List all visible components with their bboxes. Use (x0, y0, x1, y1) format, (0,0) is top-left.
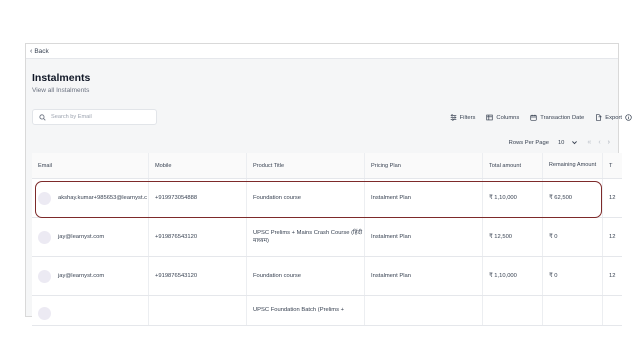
filters-label: Filters (459, 114, 476, 121)
mobile-cell: +919973054888 (149, 179, 247, 217)
truncated-cell: 12 (609, 273, 616, 279)
transaction-date-label: Transaction Date (540, 114, 585, 121)
page-title: Instalments (32, 72, 91, 84)
plan-cell (365, 296, 483, 325)
plan-cell: Instalment Plan (365, 179, 483, 217)
email-cell: akshay.kumar+985653@learnyst.c (32, 179, 149, 217)
column-header-truncated[interactable]: T (603, 153, 622, 178)
first-page-icon[interactable]: « (587, 139, 591, 146)
mobile-cell (149, 296, 247, 325)
mobile-cell: +919876543120 (149, 257, 247, 295)
product-cell: Foundation course (247, 257, 365, 295)
rows-per-page-value: 10 (557, 139, 565, 146)
transaction-date-button[interactable]: Transaction Date (530, 114, 584, 121)
email-cell: jay@learnyst.com (32, 257, 149, 295)
avatar (38, 191, 51, 205)
column-header-email[interactable]: Email (32, 153, 149, 178)
column-header-remaining-amount[interactable]: Remaining Amount (543, 153, 603, 178)
product-cell: Foundation course (247, 179, 365, 217)
email-text: akshay.kumar+985653@learnyst.c (58, 195, 148, 201)
email-cell: jay@learnyst.com (32, 218, 149, 256)
plan-cell: Instalment Plan (365, 218, 483, 256)
table-toolbar: Filters Columns Transaction Date Export (450, 114, 632, 121)
mobile-cell: +919876543120 (149, 218, 247, 256)
chevron-left-icon: ‹ (30, 47, 33, 55)
column-header-product-title[interactable]: Product Title (247, 153, 365, 178)
chevron-down-icon (572, 141, 578, 145)
rows-per-page-select[interactable]: 10 (556, 139, 580, 146)
info-icon[interactable] (625, 114, 632, 121)
total-amount-cell: ₹ 12,500 (483, 218, 543, 256)
table-row[interactable]: jay@learnyst.com +919876543120 Foundatio… (32, 257, 622, 296)
column-header-total-amount[interactable]: Total amount (483, 153, 543, 178)
avatar (38, 307, 51, 320)
truncated-cell (603, 296, 622, 325)
total-amount-cell (483, 296, 543, 325)
back-link[interactable]: ‹ Back (30, 48, 49, 55)
search-icon (39, 113, 46, 121)
avatar (38, 269, 51, 283)
filters-button[interactable]: Filters (450, 114, 476, 121)
remaining-amount-cell: ₹ 0 (543, 218, 603, 256)
filter-icon (450, 114, 456, 121)
product-cell: UPSC Foundation Batch (Prelims + (247, 296, 365, 325)
column-header-mobile[interactable]: Mobile (149, 153, 247, 178)
remaining-amount-cell: ₹ 0 (543, 257, 603, 295)
search-input[interactable] (51, 114, 151, 120)
truncated-cell: 12 (609, 195, 616, 201)
remaining-amount-cell (543, 296, 603, 325)
email-text: jay@learnyst.com (58, 273, 105, 279)
prev-page-icon[interactable]: ‹ (598, 139, 600, 146)
column-header-pricing-plan[interactable]: Pricing Plan (365, 153, 483, 178)
avatar (38, 230, 51, 244)
back-label: Back (34, 47, 49, 55)
remaining-amount-cell: ₹ 62,500 (543, 179, 603, 217)
calendar-icon (530, 114, 537, 121)
table-row[interactable]: jay@learnyst.com +919876543120 UPSC Prel… (32, 218, 622, 257)
rows-per-page-label: Rows Per Page (508, 139, 549, 146)
page-subtitle: View all Instalments (32, 87, 90, 94)
instalments-table: Email Mobile Product Title Pricing Plan … (32, 153, 622, 326)
plan-cell: Instalment Plan (365, 257, 483, 295)
truncated-cell: 12 (609, 234, 616, 240)
search-box[interactable] (32, 109, 157, 125)
total-amount-cell: ₹ 1,10,000 (483, 257, 543, 295)
email-text: jay@learnyst.com (58, 234, 105, 240)
columns-button[interactable]: Columns (486, 114, 519, 121)
columns-label: Columns (496, 114, 520, 121)
table-row[interactable]: UPSC Foundation Batch (Prelims + (32, 296, 622, 326)
next-page-icon[interactable]: › (608, 139, 610, 146)
columns-icon (486, 114, 494, 121)
table-row[interactable]: akshay.kumar+985653@learnyst.c +91997305… (32, 179, 622, 218)
pagination: Rows Per Page 10 « ‹ › (509, 139, 610, 146)
total-amount-cell: ₹ 1,10,000 (483, 179, 543, 217)
export-label: Export (605, 114, 622, 121)
top-bar: ‹ Back (26, 44, 618, 59)
product-cell: UPSC Prelims + Mains Crash Course (हिंदी… (247, 218, 365, 256)
email-cell (32, 296, 149, 325)
table-header-row: Email Mobile Product Title Pricing Plan … (32, 153, 622, 179)
export-button[interactable]: Export (595, 114, 632, 121)
export-icon (596, 114, 602, 121)
